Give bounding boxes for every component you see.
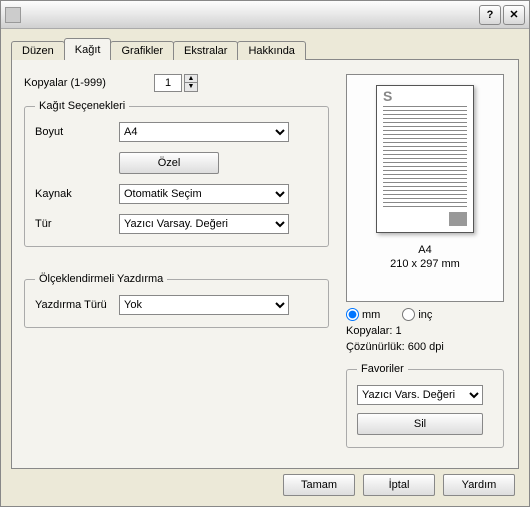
copies-label: Kopyalar (1-999): [24, 77, 154, 89]
favorites-group: Favoriler Yazıcı Vars. Değeri Sil: [346, 363, 504, 448]
tab-ekstralar[interactable]: Ekstralar: [173, 41, 238, 60]
preview-corner-icon: [449, 212, 467, 226]
paper-preview: S: [376, 85, 474, 233]
print-type-label: Yazdırma Türü: [35, 299, 119, 311]
info-resolution: Çözünürlük: 600 dpi: [346, 341, 504, 353]
paper-options-group: Kağıt Seçenekleri Boyut A4 Özel Kaynak O…: [24, 100, 329, 247]
page-preview: S A4 210 x 297 mm: [346, 74, 504, 302]
copies-spinner[interactable]: ▲ ▼: [154, 74, 198, 92]
tab-strip: Düzen Kağıt Grafikler Ekstralar Hakkında: [11, 37, 519, 59]
titlebar: ? ✕: [1, 1, 529, 29]
print-dialog: ? ✕ Düzen Kağıt Grafikler Ekstralar Hakk…: [0, 0, 530, 507]
tab-duzen[interactable]: Düzen: [11, 41, 65, 60]
source-select[interactable]: Otomatik Seçim: [119, 184, 289, 204]
tab-kagit[interactable]: Kağıt: [64, 38, 112, 60]
help-button[interactable]: ?: [479, 5, 501, 25]
preview-paper-name: A4: [390, 243, 460, 257]
tab-grafikler[interactable]: Grafikler: [110, 41, 174, 60]
scaling-legend: Ölçeklendirmeli Yazdırma: [35, 273, 167, 285]
size-select[interactable]: A4: [119, 122, 289, 142]
ok-button[interactable]: Tamam: [283, 474, 355, 496]
tab-panel-kagit: Kopyalar (1-999) ▲ ▼ Kağıt Seçenekleri B…: [11, 59, 519, 469]
preview-s-mark: S: [383, 88, 392, 104]
dialog-footer: Tamam İptal Yardım: [283, 474, 515, 496]
printer-icon: [5, 7, 21, 23]
print-type-select[interactable]: Yok: [119, 295, 289, 315]
favorites-select[interactable]: Yazıcı Vars. Değeri: [357, 385, 483, 405]
info-copies: Kopyalar: 1: [346, 325, 504, 337]
copies-up-icon[interactable]: ▲: [185, 75, 197, 83]
source-label: Kaynak: [35, 188, 119, 200]
paper-options-legend: Kağıt Seçenekleri: [35, 100, 129, 112]
tab-hakkinda[interactable]: Hakkında: [237, 41, 305, 60]
close-button[interactable]: ✕: [503, 5, 525, 25]
type-select[interactable]: Yazıcı Varsay. Değeri: [119, 214, 289, 234]
help-footer-button[interactable]: Yardım: [443, 474, 515, 496]
size-label: Boyut: [35, 126, 119, 138]
scaling-group: Ölçeklendirmeli Yazdırma Yazdırma Türü Y…: [24, 273, 329, 328]
copies-down-icon[interactable]: ▼: [185, 83, 197, 91]
custom-size-button[interactable]: Özel: [119, 152, 219, 174]
cancel-button[interactable]: İptal: [363, 474, 435, 496]
favorites-delete-button[interactable]: Sil: [357, 413, 483, 435]
unit-inch-radio[interactable]: inç: [402, 308, 432, 321]
preview-paper-dim: 210 x 297 mm: [390, 257, 460, 271]
favorites-legend: Favoriler: [357, 363, 408, 375]
unit-mm-radio[interactable]: mm: [346, 308, 380, 321]
type-label: Tür: [35, 218, 119, 230]
copies-input[interactable]: [154, 74, 182, 92]
